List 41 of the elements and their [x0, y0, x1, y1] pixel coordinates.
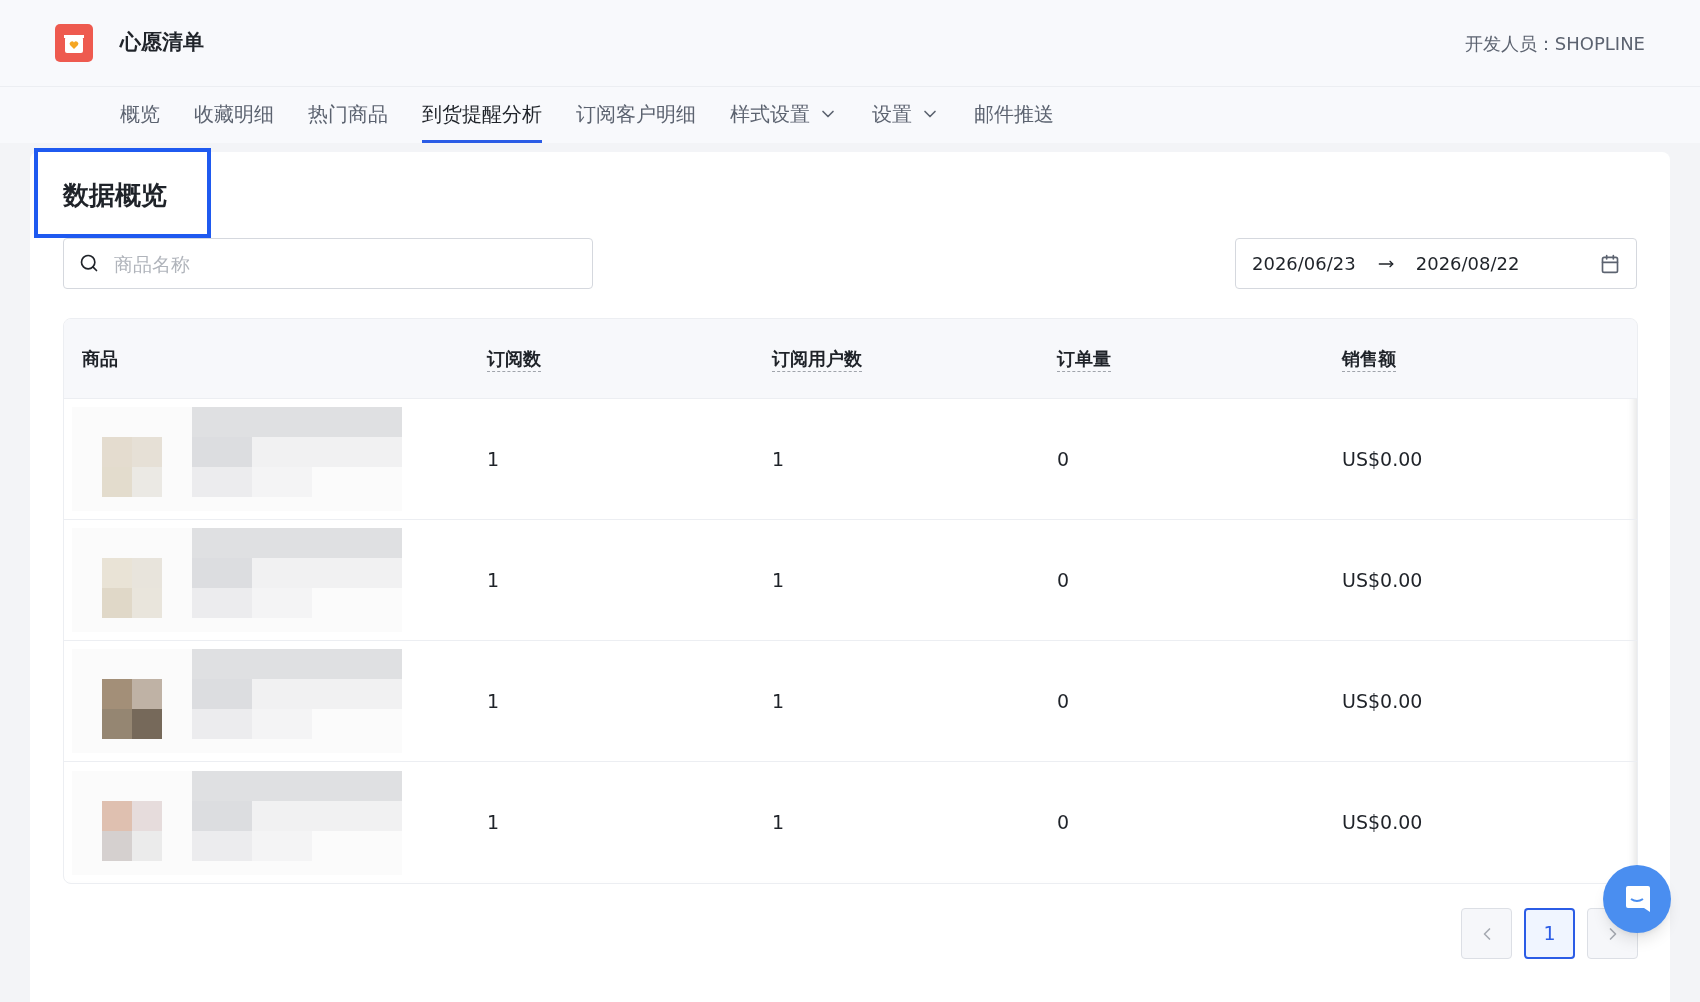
table-cell: 1: [487, 689, 500, 712]
nav-tab[interactable]: 到货提醒分析: [422, 87, 542, 143]
end-date: 2026/08/22: [1415, 252, 1520, 276]
table-cell: US$0.00: [1342, 811, 1423, 834]
table-cell: 0: [1057, 568, 1070, 591]
column-header: 订阅用户数: [772, 348, 862, 372]
table-cell: 1: [487, 811, 500, 834]
table-cell: 0: [1057, 689, 1070, 712]
table-cell: 0: [1057, 811, 1070, 834]
calendar-icon: [1600, 253, 1620, 274]
table-cell: 1: [772, 811, 785, 834]
column-header: 销售额: [1342, 348, 1396, 372]
table-cell: 0: [1057, 447, 1070, 470]
table-cell: 1: [772, 447, 785, 470]
column-header: 订阅数: [487, 348, 541, 372]
search-field[interactable]: 商品名称: [63, 238, 593, 289]
nav-tab[interactable]: 邮件推送: [974, 87, 1054, 143]
nav-tab[interactable]: 样式设置: [730, 87, 838, 143]
table-cell: 1: [487, 447, 500, 470]
start-date: 2026/06/23: [1252, 252, 1356, 276]
nav-tab[interactable]: 设置: [872, 87, 940, 143]
column-header: 商品: [82, 348, 118, 371]
nav-tab[interactable]: 热门商品: [308, 87, 388, 143]
date-range-field[interactable]: 2026/06/23 2026/08/22: [1235, 238, 1637, 289]
gift-icon: [55, 24, 93, 62]
table-cell: 1: [772, 568, 785, 591]
nav-tab[interactable]: 收藏明细: [194, 87, 274, 143]
chat-button[interactable]: [1603, 865, 1671, 933]
search-icon: [79, 253, 99, 273]
table-cell: US$0.00: [1342, 447, 1423, 470]
table-cell: 1: [772, 689, 785, 712]
table-cell: 1: [487, 568, 500, 591]
section-title: 数据概览: [63, 178, 167, 212]
app-title: 心愿清单: [120, 29, 204, 57]
nav-tab[interactable]: 概览: [120, 87, 160, 143]
page-button[interactable]: 1: [1524, 908, 1575, 959]
table-cell: US$0.00: [1342, 568, 1423, 591]
developer-label: 开发人员：SHOPLINE: [1464, 31, 1645, 56]
column-header: 订单量: [1057, 348, 1111, 372]
table-cell: US$0.00: [1342, 689, 1423, 712]
nav-tab[interactable]: 订阅客户明细: [576, 87, 696, 143]
